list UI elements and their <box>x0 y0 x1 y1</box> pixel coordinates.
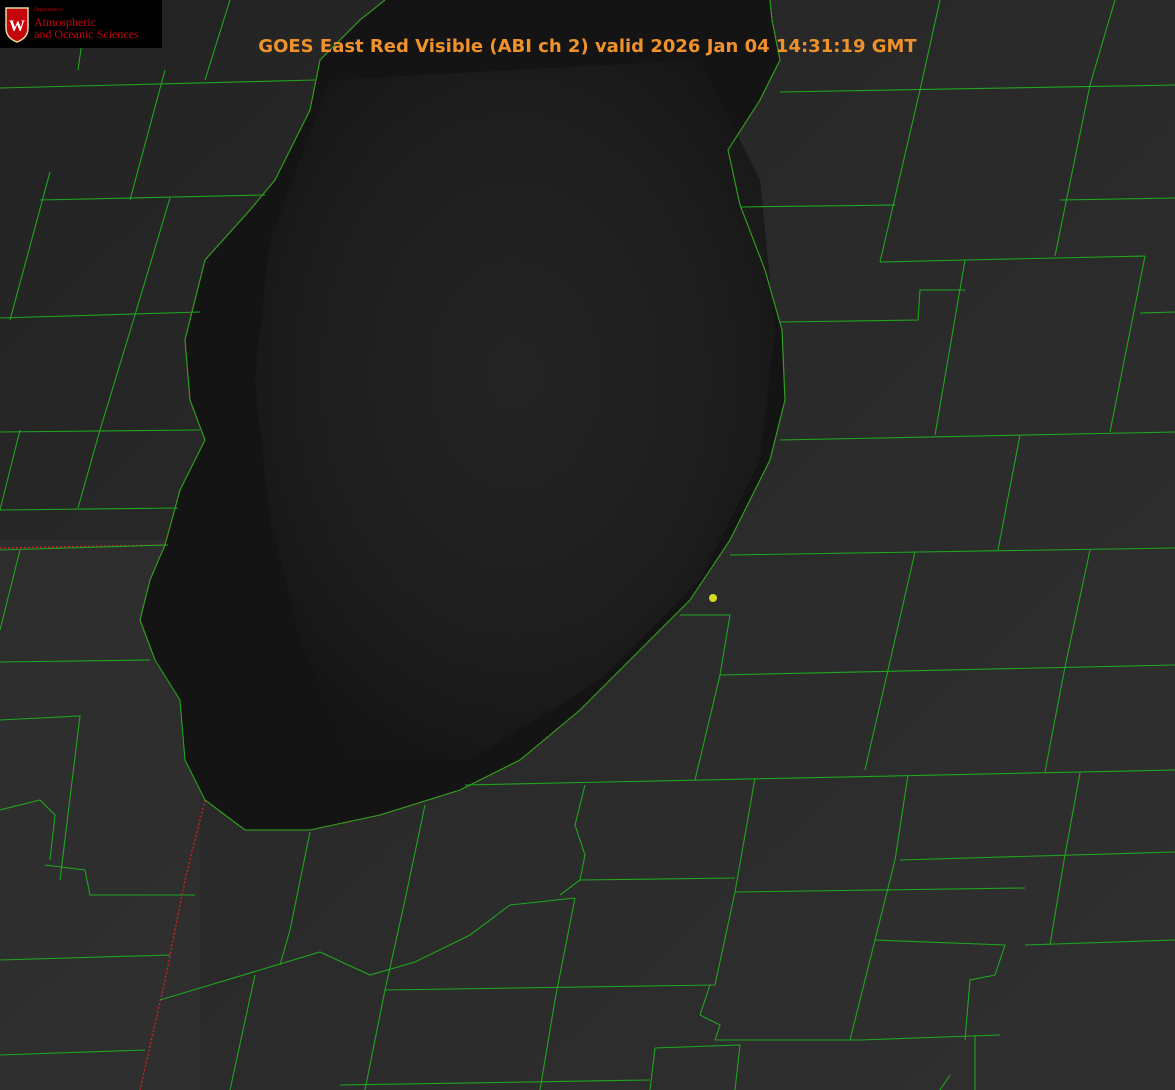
satellite-image-viewer: W Department of Atmospheric and Oceanic … <box>0 0 1175 1090</box>
location-marker <box>709 594 717 602</box>
logo-dept-text: Department of <box>34 8 64 13</box>
visible-satellite-map <box>0 0 1175 1090</box>
image-title: GOES East Red Visible (ABI ch 2) valid 2… <box>258 36 917 57</box>
crest-letter: W <box>9 18 25 35</box>
